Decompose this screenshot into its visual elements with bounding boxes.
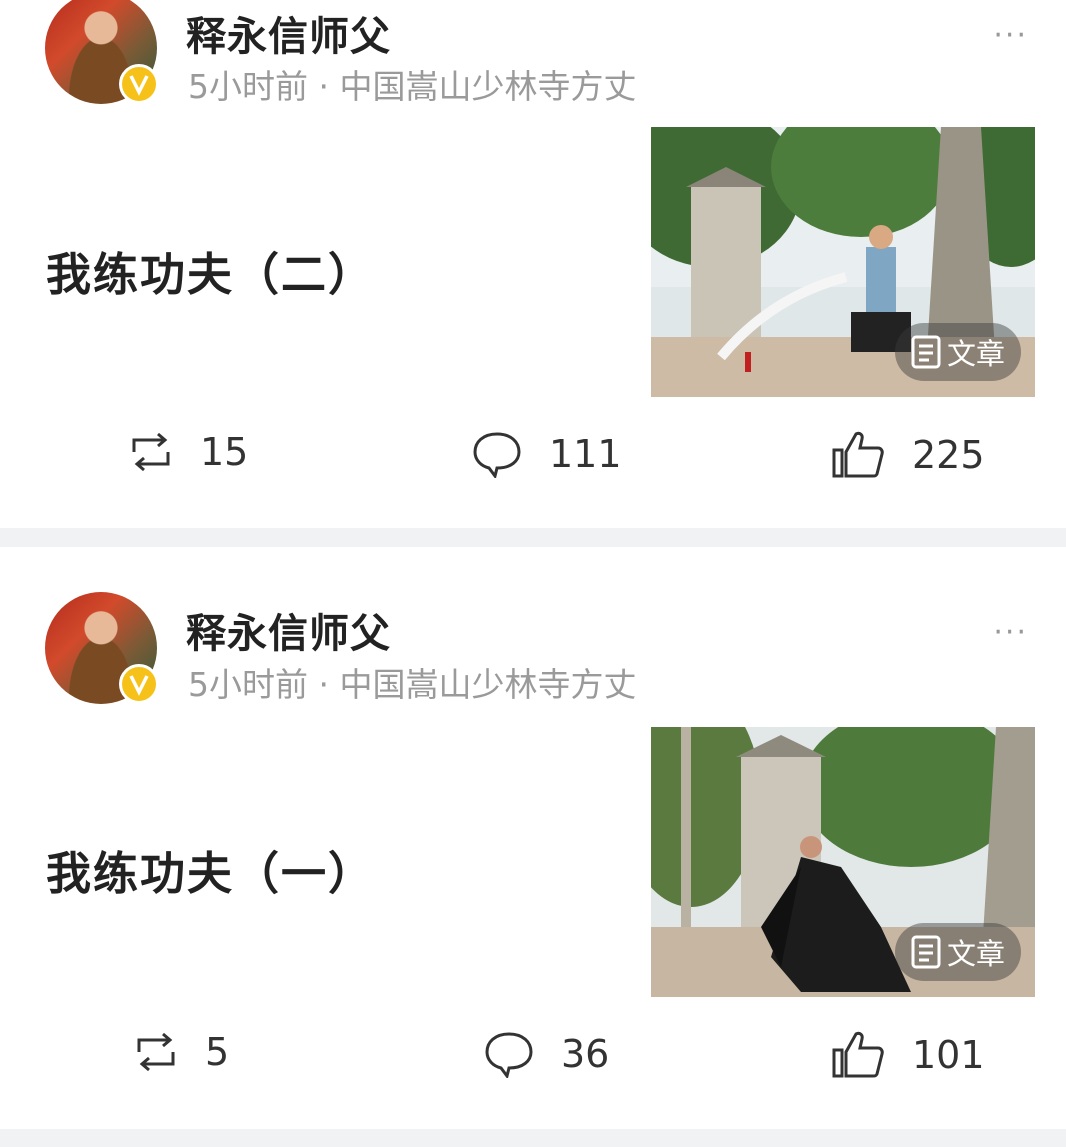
comment-button[interactable]: 36	[483, 1030, 609, 1078]
repost-count: 5	[205, 1030, 230, 1074]
post-meta: 5小时前 · 中国嵩山少林寺方丈	[188, 67, 637, 106]
comment-button[interactable]: 111	[471, 430, 622, 478]
post-thumbnail[interactable]: 文章	[651, 127, 1035, 397]
article-tag: 文章	[894, 923, 1021, 981]
feed-post[interactable]: 释永信师父 5小时前 · 中国嵩山少林寺方丈 ··· 我练功夫（二） 文章 15…	[0, 0, 1066, 528]
post-meta: 5小时前 · 中国嵩山少林寺方丈	[188, 665, 637, 704]
article-tag-label: 文章	[946, 337, 1005, 371]
repost-icon	[137, 1032, 175, 1072]
post-actions: 15 111 225	[0, 430, 1066, 500]
like-count: 225	[912, 433, 985, 477]
author-name[interactable]: 释永信师父	[186, 4, 391, 62]
comment-icon	[485, 1032, 533, 1078]
repost-button[interactable]: 5	[133, 1030, 229, 1074]
comment-count: 36	[561, 1032, 610, 1076]
comment-count: 111	[549, 432, 622, 476]
article-tag-label: 文章	[946, 937, 1005, 971]
like-button[interactable]: 225	[830, 430, 985, 480]
verified-badge-icon	[119, 664, 159, 704]
feed-post[interactable]: 释永信师父 5小时前 · 中国嵩山少林寺方丈 ··· 我练功夫（一） 文章 5 …	[0, 547, 1066, 1129]
post-title[interactable]: 我练功夫（一）	[46, 837, 375, 902]
verified-badge-icon	[119, 64, 159, 104]
more-icon[interactable]: ···	[993, 615, 1028, 650]
repost-button[interactable]: 15	[128, 430, 248, 474]
article-tag: 文章	[894, 323, 1021, 381]
post-actions: 5 36 101	[0, 1030, 1066, 1100]
more-icon[interactable]: ···	[993, 18, 1028, 53]
repost-count: 15	[200, 430, 249, 474]
repost-icon	[132, 432, 170, 472]
post-title[interactable]: 我练功夫（二）	[46, 238, 375, 303]
comment-icon	[473, 432, 521, 478]
like-button[interactable]: 101	[830, 1030, 985, 1080]
article-icon	[911, 935, 941, 969]
author-name[interactable]: 释永信师父	[186, 601, 391, 659]
like-icon	[832, 1031, 884, 1078]
avatar[interactable]	[45, 0, 159, 104]
post-thumbnail[interactable]: 文章	[651, 727, 1035, 997]
avatar[interactable]	[45, 592, 159, 704]
article-icon	[911, 335, 941, 369]
like-icon	[832, 431, 884, 478]
like-count: 101	[912, 1033, 985, 1077]
